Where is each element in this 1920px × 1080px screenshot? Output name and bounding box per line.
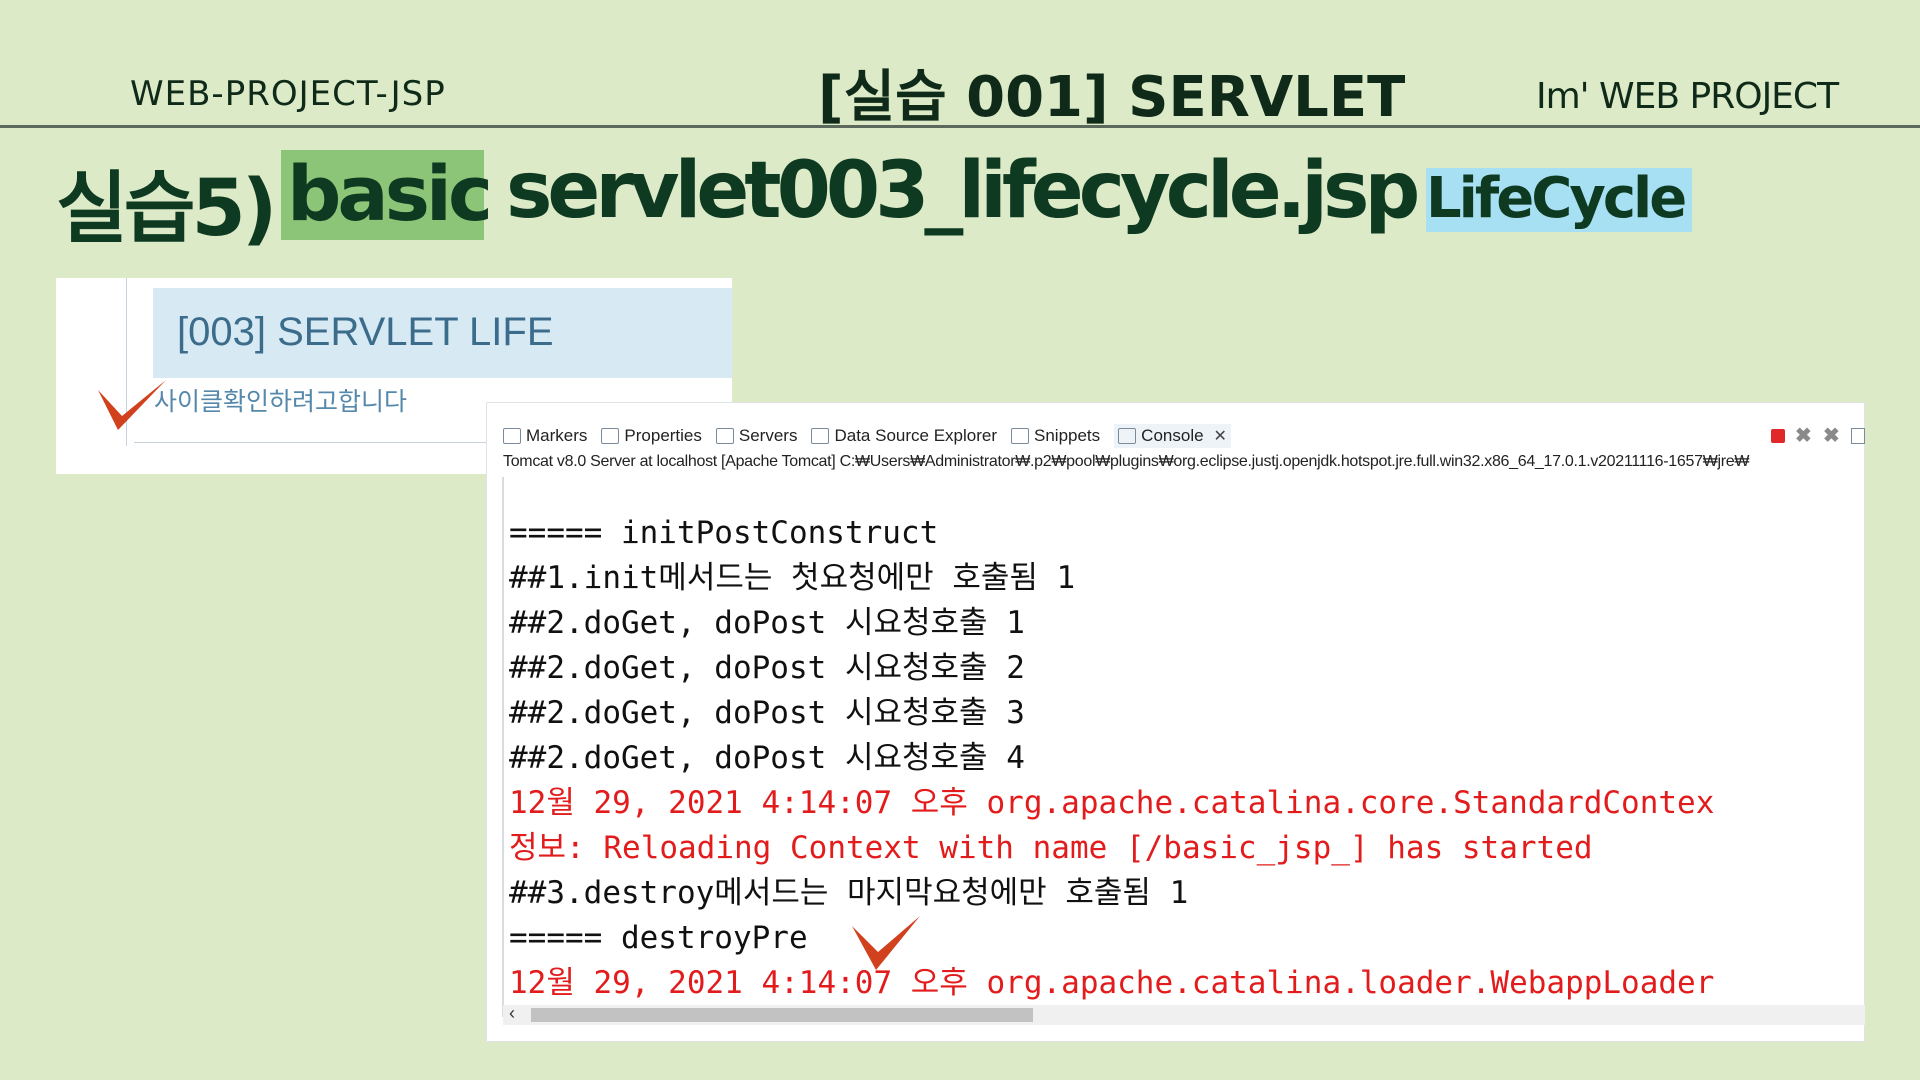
tab-snippets[interactable]: Snippets bbox=[1011, 426, 1100, 446]
check-mark-icon bbox=[98, 380, 166, 430]
console-process-path: Tomcat v8.0 Server at localhost [Apache … bbox=[503, 453, 1750, 470]
console-left-border bbox=[502, 477, 504, 1017]
console-output: ===== initPostConstruct ##1.init메서드는 첫요청에… bbox=[509, 511, 1865, 1006]
data-source-icon bbox=[811, 428, 830, 444]
tab-properties[interactable]: Properties bbox=[601, 426, 702, 446]
tab-servers[interactable]: Servers bbox=[715, 426, 798, 446]
title-filename: servlet003_lifecycle.jsp bbox=[506, 146, 1420, 236]
console-icon bbox=[1118, 428, 1137, 444]
check-mark-icon bbox=[852, 916, 920, 970]
tab-console[interactable]: Console ✕ bbox=[1114, 424, 1231, 448]
tab-label: Console bbox=[1141, 426, 1204, 445]
header-right: Im' WEB PROJECT bbox=[1536, 76, 1839, 117]
servers-icon bbox=[715, 428, 734, 444]
console-line: ##2.doGet, doPost 시요청호출 1 bbox=[509, 605, 1025, 641]
tab-label: Markers bbox=[526, 426, 588, 445]
remove-launch-icon[interactable]: ✖ bbox=[1795, 426, 1813, 446]
console-line: ##2.doGet, doPost 시요청호출 2 bbox=[509, 650, 1025, 686]
tab-markers[interactable]: Markers bbox=[503, 426, 587, 446]
console-line: ##2.doGet, doPost 시요청호출 3 bbox=[509, 695, 1025, 731]
horizontal-scrollbar[interactable]: ‹ bbox=[503, 1003, 1865, 1025]
console-window: Markers Properties Servers Data Source Expl… bbox=[486, 402, 1865, 1042]
scrollbar-thumb[interactable] bbox=[531, 1008, 1033, 1022]
servlet-heading: [003] SERVLET LIFE bbox=[153, 288, 732, 378]
servlet-subtext: 사이클확인하려고합니다 bbox=[154, 387, 408, 416]
tab-data-source-explorer[interactable]: Data Source Explorer bbox=[811, 426, 997, 446]
tab-label: Servers bbox=[738, 426, 798, 445]
view-menu-icon[interactable] bbox=[1851, 428, 1865, 444]
console-line: ##1.init메서드는 첫요청에만 호출됨 1 bbox=[509, 560, 1076, 596]
terminate-icon[interactable] bbox=[1771, 429, 1785, 443]
title-lifecycle-tag: LifeCycle bbox=[1426, 168, 1692, 232]
console-line: 12월 29, 2021 4:14:07 오후 org.apache.catal… bbox=[509, 965, 1715, 1001]
remove-all-icon[interactable]: ✖ bbox=[1823, 426, 1841, 446]
title-basic-highlight: basic bbox=[281, 150, 493, 240]
close-icon[interactable]: ✕ bbox=[1214, 426, 1227, 446]
console-line: 12월 29, 2021 4:14:07 오후 org.apache.catal… bbox=[509, 785, 1715, 821]
header-divider bbox=[0, 125, 1920, 128]
console-line: ##2.doGet, doPost 시요청호출 4 bbox=[509, 740, 1025, 776]
console-line: 정보: Reloading Context with name [/basic_… bbox=[509, 830, 1593, 866]
console-line: ===== destroyPre bbox=[509, 920, 808, 956]
title-prefix: 실습5) bbox=[56, 164, 277, 254]
view-tab-bar: Markers Properties Servers Data Source Expl… bbox=[503, 421, 1865, 451]
snippets-icon bbox=[1011, 428, 1029, 444]
header-left: WEB-PROJECT-JSP bbox=[130, 74, 446, 114]
console-line: ===== initPostConstruct bbox=[509, 515, 939, 551]
header-center: [실습 001] SERVLET bbox=[818, 65, 1406, 130]
tab-label: Snippets bbox=[1034, 426, 1101, 445]
scroll-left-arrow-icon[interactable]: ‹ bbox=[509, 1003, 515, 1024]
tab-label: Data Source Explorer bbox=[834, 426, 997, 445]
console-line: ##3.destroy메서드는 마지막요청에만 호출됨 1 bbox=[509, 875, 1189, 911]
tab-label: Properties bbox=[624, 426, 702, 445]
markers-icon bbox=[503, 428, 521, 444]
properties-icon bbox=[601, 428, 620, 444]
